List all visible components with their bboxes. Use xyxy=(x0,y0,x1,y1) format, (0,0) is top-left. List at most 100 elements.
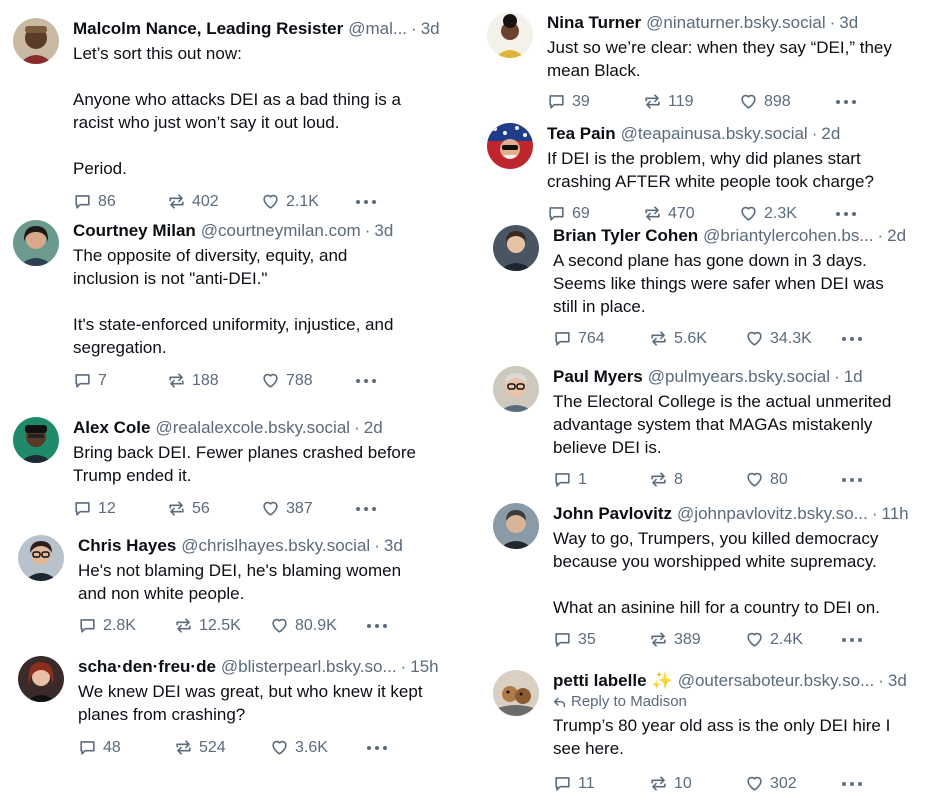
avatar[interactable] xyxy=(493,670,539,716)
repost-button[interactable]: 8 xyxy=(649,470,745,489)
like-button[interactable]: 2.3K xyxy=(739,204,835,223)
reply-button[interactable]: 7 xyxy=(73,371,167,390)
like-button[interactable]: 3.6K xyxy=(270,738,366,757)
like-button[interactable]: 2.4K xyxy=(745,630,841,649)
reply-button[interactable]: 11 xyxy=(553,774,649,793)
more-options-button[interactable] xyxy=(835,98,857,106)
avatar[interactable] xyxy=(487,123,533,169)
like-button[interactable]: 302 xyxy=(745,774,841,793)
post-time[interactable]: 3d xyxy=(839,12,858,34)
more-options-button[interactable] xyxy=(355,377,377,385)
author-name[interactable]: John Pavlovitz xyxy=(553,503,672,525)
repost-button[interactable]: 470 xyxy=(643,204,739,223)
author-name[interactable]: Brian Tyler Cohen xyxy=(553,225,698,247)
author-name[interactable]: Alex Cole xyxy=(73,417,150,439)
post-time[interactable]: 3d xyxy=(384,535,403,557)
repost-button[interactable]: 119 xyxy=(643,92,739,111)
like-button[interactable]: 80.9K xyxy=(270,616,366,635)
repost-button[interactable]: 389 xyxy=(649,630,745,649)
more-options-button[interactable] xyxy=(841,335,863,343)
author-name[interactable]: Courtney Milan xyxy=(73,220,196,242)
repost-button[interactable]: 10 xyxy=(649,774,745,793)
reply-button[interactable]: 764 xyxy=(553,329,649,348)
post-time[interactable]: 2d xyxy=(821,123,840,145)
more-options-button[interactable] xyxy=(355,505,377,513)
reply-to-indicator[interactable]: Reply to Madison xyxy=(553,692,942,712)
post-time[interactable]: 1d xyxy=(844,366,863,388)
author-handle[interactable]: @mal... xyxy=(348,18,407,40)
post-time[interactable]: 11h xyxy=(882,503,909,525)
reply-button[interactable]: 86 xyxy=(73,192,167,211)
repost-button[interactable]: 12.5K xyxy=(174,616,270,635)
author-handle[interactable]: @realalexcole.bsky.social xyxy=(155,417,350,439)
author-handle[interactable]: @briantylercohen.bs... xyxy=(703,225,873,247)
like-button[interactable]: 2.1K xyxy=(261,192,355,211)
avatar[interactable] xyxy=(18,656,64,702)
post-nina-turner[interactable]: Nina Turner @ninaturner.bsky.social · 3d… xyxy=(487,12,942,118)
author-name[interactable]: Nina Turner xyxy=(547,12,641,34)
reply-button[interactable]: 12 xyxy=(73,499,167,518)
repost-button[interactable]: 56 xyxy=(167,499,261,518)
reply-button[interactable]: 39 xyxy=(547,92,643,111)
post-malcolm-nance[interactable]: Malcolm Nance, Leading Resister @mal... … xyxy=(13,18,458,218)
repost-button[interactable]: 402 xyxy=(167,192,261,211)
like-button[interactable]: 788 xyxy=(261,371,355,390)
post-schadenfreude[interactable]: scha·den·freu·de @blisterpearl.bsky.so..… xyxy=(18,656,458,766)
like-button[interactable]: 34.3K xyxy=(745,329,841,348)
avatar[interactable] xyxy=(13,417,59,463)
like-button[interactable]: 898 xyxy=(739,92,835,111)
reply-button[interactable]: 2.8K xyxy=(78,616,174,635)
post-time[interactable]: 2d xyxy=(364,417,383,439)
avatar[interactable] xyxy=(13,18,59,64)
more-options-button[interactable] xyxy=(841,636,863,644)
reply-button[interactable]: 69 xyxy=(547,204,643,223)
avatar[interactable] xyxy=(493,366,539,412)
post-time[interactable]: 2d xyxy=(887,225,906,247)
author-handle[interactable]: @pulmyears.bsky.social xyxy=(648,366,830,388)
repost-button[interactable]: 524 xyxy=(174,738,270,757)
post-alex-cole[interactable]: Alex Cole @realalexcole.bsky.social · 2d… xyxy=(13,417,458,527)
author-name[interactable]: Malcolm Nance, Leading Resister xyxy=(73,18,343,40)
post-brian-tyler-cohen[interactable]: Brian Tyler Cohen @briantylercohen.bs...… xyxy=(493,225,942,355)
author-handle[interactable]: @courtneymilan.com xyxy=(201,220,361,242)
more-options-button[interactable] xyxy=(366,622,388,630)
author-handle[interactable]: @teapainusa.bsky.social xyxy=(621,123,808,145)
post-paul-myers[interactable]: Paul Myers @pulmyears.bsky.social · 1d T… xyxy=(493,366,942,496)
avatar[interactable] xyxy=(18,535,64,581)
author-handle[interactable]: @johnpavlovitz.bsky.so... xyxy=(677,503,868,525)
reply-button[interactable]: 48 xyxy=(78,738,174,757)
author-handle[interactable]: @outersaboteur.bsky.so... xyxy=(678,670,875,692)
reply-button[interactable]: 1 xyxy=(553,470,649,489)
post-courtney-milan[interactable]: Courtney Milan @courtneymilan.com · 3d T… xyxy=(13,220,458,400)
author-name[interactable]: Paul Myers xyxy=(553,366,643,388)
post-time[interactable]: 15h xyxy=(410,656,438,678)
author-name[interactable]: scha·den·freu·de xyxy=(78,656,216,678)
avatar[interactable] xyxy=(493,503,539,549)
post-john-pavlovitz[interactable]: John Pavlovitz @johnpavlovitz.bsky.so...… xyxy=(493,503,942,653)
reply-button[interactable]: 35 xyxy=(553,630,649,649)
post-time[interactable]: 3d xyxy=(421,18,440,40)
author-handle[interactable]: @chrislhayes.bsky.social xyxy=(181,535,370,557)
like-button[interactable]: 80 xyxy=(745,470,841,489)
more-options-button[interactable] xyxy=(835,210,857,218)
more-options-button[interactable] xyxy=(841,780,863,788)
post-chris-hayes[interactable]: Chris Hayes @chrislhayes.bsky.social · 3… xyxy=(18,535,458,645)
author-name[interactable]: Tea Pain xyxy=(547,123,616,145)
more-options-button[interactable] xyxy=(355,198,377,206)
avatar[interactable] xyxy=(13,220,59,266)
author-name[interactable]: Chris Hayes xyxy=(78,535,176,557)
repost-button[interactable]: 5.6K xyxy=(649,329,745,348)
avatar[interactable] xyxy=(493,225,539,271)
post-petti-labelle[interactable]: petti labelle ✨ @outersaboteur.bsky.so..… xyxy=(493,670,942,802)
more-options-button[interactable] xyxy=(841,476,863,484)
like-button[interactable]: 387 xyxy=(261,499,355,518)
post-time[interactable]: 3d xyxy=(888,670,907,692)
post-tea-pain[interactable]: Tea Pain @teapainusa.bsky.social · 2d If… xyxy=(487,123,942,228)
avatar[interactable] xyxy=(487,12,533,58)
author-handle[interactable]: @blisterpearl.bsky.so... xyxy=(221,656,397,678)
post-time[interactable]: 3d xyxy=(374,220,393,242)
author-name[interactable]: petti labelle xyxy=(553,670,647,692)
repost-button[interactable]: 188 xyxy=(167,371,261,390)
more-options-button[interactable] xyxy=(366,744,388,752)
author-handle[interactable]: @ninaturner.bsky.social xyxy=(646,12,825,34)
